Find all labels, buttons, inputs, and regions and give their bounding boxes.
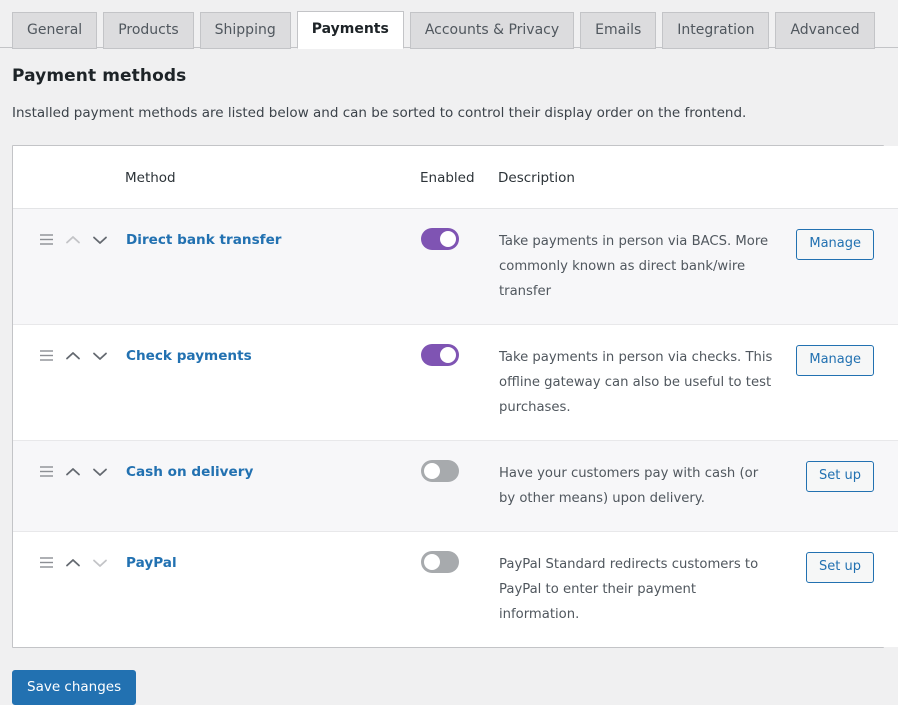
- enabled-cell: [420, 324, 498, 442]
- toggle-knob: [424, 463, 440, 480]
- enabled-toggle[interactable]: [421, 460, 459, 483]
- set-up-button[interactable]: Set up: [806, 552, 874, 584]
- column-header-enabled: Enabled: [420, 146, 498, 210]
- chevron-down-icon[interactable]: [92, 350, 108, 362]
- method-name-cell: Check payments: [125, 324, 420, 442]
- tab-integration[interactable]: Integration: [662, 12, 770, 49]
- column-header-sort: [13, 146, 125, 210]
- manage-button[interactable]: Manage: [796, 345, 874, 377]
- method-name-link[interactable]: Direct bank transfer: [126, 230, 282, 250]
- column-header-description: Description: [498, 146, 788, 210]
- enabled-toggle[interactable]: [421, 551, 459, 574]
- method-name-link[interactable]: Cash on delivery: [126, 462, 253, 482]
- save-bar: Save changes: [0, 648, 898, 705]
- method-description: Take payments in person via checks. This…: [498, 324, 788, 442]
- payment-methods-table: Method Enabled Description Direct bank t…: [13, 146, 898, 648]
- enabled-toggle[interactable]: [421, 344, 459, 367]
- column-header-action: [788, 146, 898, 210]
- method-name-cell: Cash on delivery: [125, 440, 420, 533]
- chevron-up-icon[interactable]: [65, 557, 81, 569]
- enabled-cell: [420, 531, 498, 648]
- chevron-up-icon[interactable]: [65, 466, 81, 478]
- table-row: Check payments Take payments in person vi…: [13, 324, 898, 442]
- tab-shipping[interactable]: Shipping: [199, 12, 291, 49]
- settings-tab-strip: General Products Shipping Payments Accounts …: [0, 0, 898, 49]
- page-header: Payment methods Installed payment method…: [0, 48, 898, 123]
- table-row: Cash on delivery Have your customers pay …: [13, 440, 898, 533]
- chevron-up-icon[interactable]: [65, 350, 81, 362]
- column-header-method: Method: [125, 146, 420, 210]
- method-name-link[interactable]: PayPal: [126, 553, 177, 573]
- table-header-row: Method Enabled Description: [13, 146, 898, 210]
- action-cell: Set up: [788, 440, 898, 533]
- enabled-cell: [420, 440, 498, 533]
- drag-handle-icon[interactable]: [39, 465, 54, 478]
- chevron-up-icon: [65, 234, 81, 246]
- sort-controls: [13, 208, 125, 326]
- tab-emails[interactable]: Emails: [580, 12, 657, 49]
- method-description: Take payments in person via BACS. More c…: [498, 208, 788, 326]
- method-name-cell: Direct bank transfer: [125, 208, 420, 326]
- toggle-knob: [440, 231, 456, 248]
- enabled-cell: [420, 208, 498, 326]
- tab-products[interactable]: Products: [103, 12, 194, 49]
- action-cell: Set up: [788, 531, 898, 648]
- chevron-down-icon[interactable]: [92, 234, 108, 246]
- table-row: Direct bank transfer Take payments in per…: [13, 208, 898, 326]
- payment-methods-card: Method Enabled Description Direct bank t…: [12, 145, 898, 649]
- method-name-cell: PayPal: [125, 531, 420, 648]
- page-title: Payment methods: [12, 66, 187, 86]
- toggle-knob: [440, 347, 456, 364]
- drag-handle-icon[interactable]: [39, 349, 54, 362]
- method-description: PayPal Standard redirects customers to P…: [498, 531, 788, 648]
- page-description: Installed payment methods are listed bel…: [12, 105, 747, 121]
- tab-payments[interactable]: Payments: [296, 11, 404, 49]
- table-row: PayPal PayPal Standard redirects customer…: [13, 531, 898, 648]
- enabled-toggle[interactable]: [421, 228, 459, 251]
- sort-controls: [13, 324, 125, 442]
- method-name-link[interactable]: Check payments: [126, 346, 252, 366]
- tab-accounts-privacy[interactable]: Accounts & Privacy: [409, 12, 575, 49]
- toggle-knob: [424, 554, 440, 571]
- chevron-down-icon[interactable]: [92, 466, 108, 478]
- tab-general[interactable]: General: [12, 12, 98, 49]
- manage-button[interactable]: Manage: [796, 229, 874, 261]
- set-up-button[interactable]: Set up: [806, 461, 874, 493]
- sort-controls: [13, 531, 125, 648]
- save-changes-button[interactable]: Save changes: [12, 670, 137, 705]
- drag-handle-icon[interactable]: [39, 233, 54, 246]
- action-cell: Manage: [788, 208, 898, 326]
- drag-handle-icon[interactable]: [39, 556, 54, 569]
- action-cell: Manage: [788, 324, 898, 442]
- chevron-down-icon: [92, 557, 108, 569]
- tab-advanced[interactable]: Advanced: [775, 12, 875, 49]
- sort-controls: [13, 440, 125, 533]
- method-description: Have your customers pay with cash (or by…: [498, 440, 788, 533]
